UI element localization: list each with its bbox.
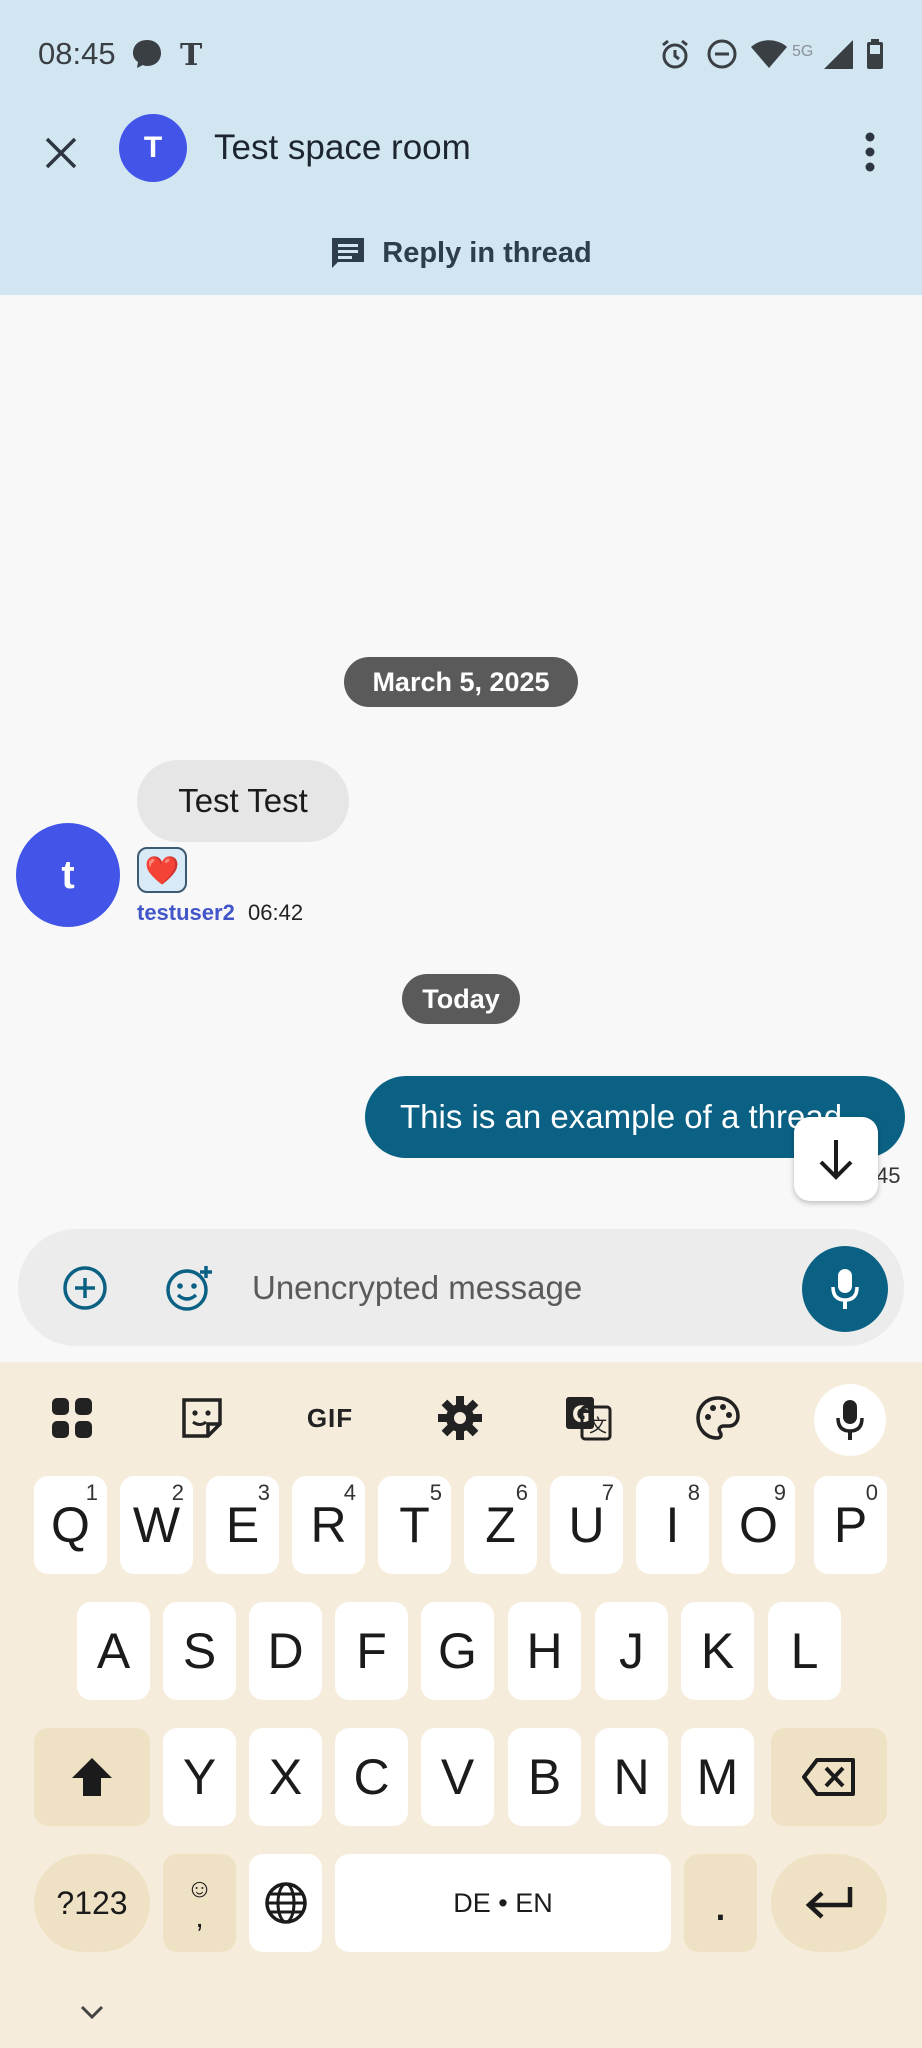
key-a[interactable]: A [77,1602,150,1700]
shift-key[interactable] [34,1728,150,1826]
date-separator: March 5, 2025 [344,657,578,707]
thread-icon [332,238,365,268]
backspace-key[interactable] [771,1728,887,1826]
backspace-icon [802,1758,855,1796]
key-m[interactable]: M [681,1728,754,1826]
reply-in-thread-banner[interactable]: Reply in thread [0,228,922,278]
dnd-icon [706,36,738,72]
settings-gear-icon[interactable] [428,1386,492,1450]
close-button[interactable] [34,126,88,180]
apps-grid-icon[interactable] [40,1386,104,1450]
reaction-chip[interactable]: ❤️ [137,847,187,893]
battery-icon [866,36,884,72]
room-title[interactable]: Test space room [214,128,471,168]
key-j[interactable]: J [595,1602,668,1700]
messenger-icon [130,36,164,72]
gif-button[interactable]: GIF [298,1386,362,1450]
language-switch-key[interactable] [249,1854,322,1952]
symbols-key[interactable]: ?123 [34,1854,150,1952]
palette-icon[interactable] [686,1386,750,1450]
status-time: 08:45 [38,36,116,71]
add-attachment-button[interactable] [60,1263,110,1313]
key-b[interactable]: B [508,1728,581,1826]
key-h[interactable]: H [508,1602,581,1700]
key-z[interactable]: Z6 [464,1476,537,1574]
more-vert-icon [865,132,875,172]
key-c[interactable]: C [335,1728,408,1826]
svg-text:文: 文 [589,1416,607,1437]
message-input[interactable] [252,1259,792,1317]
scroll-to-bottom-button[interactable] [794,1117,878,1201]
room-avatar[interactable]: T [119,114,187,182]
add-reaction-icon [166,1266,212,1311]
key-t[interactable]: T5 [378,1476,451,1574]
enter-icon [805,1887,853,1919]
collapse-keyboard-button[interactable] [74,1997,110,2027]
add-circle-icon [63,1266,107,1310]
voice-input-button[interactable] [814,1384,886,1456]
emoji-button[interactable] [162,1261,216,1315]
emoji-icon: ☺ [186,1873,213,1903]
message-bubble[interactable]: Test Test [137,760,349,842]
own-message-time: 45 [876,1163,901,1188]
key-u[interactable]: U7 [550,1476,623,1574]
message-time: 06:42 [248,900,304,925]
key-q[interactable]: Q1 [34,1476,107,1574]
message-timeline[interactable]: March 5, 2025 Test Test t ❤️ testuser2 0… [0,295,922,1230]
date-separator-today: Today [402,974,520,1024]
room-app-bar: T Test space room [0,108,922,200]
key-r[interactable]: R4 [292,1476,365,1574]
key-d[interactable]: D [249,1602,322,1700]
close-icon [45,137,77,169]
mic-icon [831,1269,859,1309]
key-w[interactable]: W2 [120,1476,193,1574]
reply-in-thread-label: Reply in thread [382,236,592,269]
key-y[interactable]: Y [163,1728,236,1826]
period-key[interactable]: . [684,1854,757,1952]
sticker-icon[interactable] [170,1386,234,1450]
key-e[interactable]: E3 [206,1476,279,1574]
globe-icon [264,1882,307,1924]
nyt-icon: T [178,36,208,72]
key-l[interactable]: L [768,1602,841,1700]
more-options-button[interactable] [846,124,894,180]
key-s[interactable]: S [163,1602,236,1700]
svg-text:T: T [180,38,203,71]
arrow-down-icon [819,1140,853,1180]
key-i[interactable]: I8 [636,1476,709,1574]
soft-keyboard: GIF G文 Q1 W2 E3 R4 T5 Z6 U7 I8 O9 P0 A S… [0,1362,922,2048]
key-f[interactable]: F [335,1602,408,1700]
top-app-bar: 08:45 T 5G T Test space room Reply in th… [0,0,922,295]
key-p[interactable]: P0 [814,1476,887,1574]
key-g[interactable]: G [421,1602,494,1700]
enter-key[interactable] [771,1854,887,1952]
key-k[interactable]: K [681,1602,754,1700]
translate-icon[interactable]: G文 [556,1386,620,1450]
voice-message-button[interactable] [802,1246,888,1332]
chevron-down-icon [80,2005,104,2020]
wifi-icon [750,36,788,72]
sender-avatar[interactable]: t [16,823,120,927]
key-n[interactable]: N [595,1728,668,1826]
signal-icon [822,36,854,72]
status-bar: 08:45 T 5G [0,0,922,108]
mic-icon [836,1400,864,1440]
emoji-comma-key[interactable]: ☺ , [163,1854,236,1952]
message-composer [18,1229,904,1346]
network-type: 5G [792,43,814,60]
key-o[interactable]: O9 [722,1476,795,1574]
sender-name[interactable]: testuser2 [137,900,235,926]
shift-icon [72,1758,112,1796]
alarm-icon [658,36,692,72]
key-x[interactable]: X [249,1728,322,1826]
space-key[interactable]: DE • EN [335,1854,671,1952]
key-v[interactable]: V [421,1728,494,1826]
